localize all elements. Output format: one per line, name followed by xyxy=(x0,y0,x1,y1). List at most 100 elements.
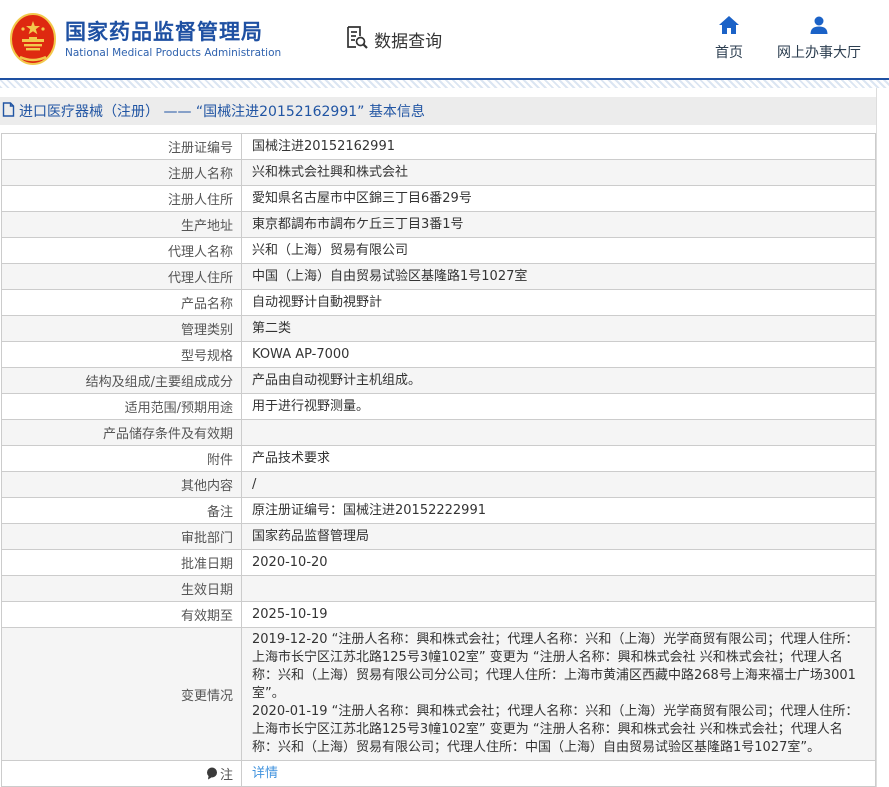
row-value-text: 中国（上海）自由贸易试验区基隆路1号1027室 xyxy=(252,268,527,286)
row-value-text: 第二类 xyxy=(252,320,291,338)
row-label-text: 适用范围/预期用途 xyxy=(125,397,233,416)
row-label: 代理人住所 xyxy=(2,264,242,289)
row-value: 2020-10-20 xyxy=(242,550,875,575)
row-value-text: 愛知県名古屋市中区錦三丁目6番29号 xyxy=(252,190,472,208)
row-value-text: 用于进行视野测量。 xyxy=(252,398,369,416)
row-value: 兴和（上海）贸易有限公司 xyxy=(242,238,875,263)
nav-home[interactable]: 首页 xyxy=(715,16,743,62)
row-label-text: 代理人住所 xyxy=(168,267,233,286)
nav-service-hall[interactable]: 网上办事大厅 xyxy=(777,16,861,62)
table-row: 结构及组成/主要组成成分 产品由自动视野计主机组成。 xyxy=(2,368,875,394)
row-label: 审批部门 xyxy=(2,524,242,549)
detail-link[interactable]: 详情 xyxy=(252,765,278,783)
row-value: 2025-10-19 xyxy=(242,602,875,627)
table-row: 代理人住所 中国（上海）自由贸易试验区基隆路1号1027室 xyxy=(2,264,875,290)
row-label-text: 型号规格 xyxy=(181,345,233,364)
row-value-text: 2025-10-19 xyxy=(252,606,328,624)
row-label-text: 注册人名称 xyxy=(168,163,233,182)
row-value-text: 東京都調布市調布ケ丘三丁目3番1号 xyxy=(252,216,464,234)
row-label: 注册人住所 xyxy=(2,186,242,211)
row-label-text: 生产地址 xyxy=(181,215,233,234)
row-label: 注册证编号 xyxy=(2,134,242,159)
doc-search-icon xyxy=(343,24,374,54)
row-value: / xyxy=(242,472,875,497)
note-icon xyxy=(206,767,218,780)
row-label-text: 其他内容 xyxy=(181,475,233,494)
row-value-text: 兴和（上海）贸易有限公司 xyxy=(252,242,408,260)
row-value-text: 产品由自动视野计主机组成。 xyxy=(252,372,421,390)
table-row: 附件产品技术要求 xyxy=(2,446,875,472)
table-row: 产品储存条件及有效期 xyxy=(2,420,875,446)
table-row: 型号规格 KOWA AP-7000 xyxy=(2,342,875,368)
table-row: 其他内容 / xyxy=(2,472,875,498)
breadcrumb-text: 进口医疗器械（注册） —— “国械注进20152162991” 基本信息 xyxy=(19,101,425,121)
document-icon xyxy=(2,102,19,121)
row-value-text: 兴和株式会社興和株式会社 xyxy=(252,164,408,182)
row-value: 国械注进20152162991 xyxy=(242,134,875,159)
row-value-text: / xyxy=(252,476,256,494)
nav-home-label: 首页 xyxy=(715,42,743,62)
table-row: 注册证编号 国械注进20152162991 xyxy=(2,134,875,160)
row-value-text: 国家药品监督管理局 xyxy=(252,528,369,546)
info-table: 注册证编号国械注进20152162991注册人名称兴和株式会社興和株式会社注册人… xyxy=(1,133,876,787)
table-row: 注 详情 xyxy=(2,761,875,787)
row-label: 其他内容 xyxy=(2,472,242,497)
row-label: 管理类别 xyxy=(2,316,242,341)
row-label: 适用范围/预期用途 xyxy=(2,394,242,419)
site-subtitle: National Medical Products Administration xyxy=(65,47,281,59)
row-value: 自动视野计自動視野計 xyxy=(242,290,875,315)
site-title: 国家药品监督管理局 xyxy=(65,20,281,44)
row-value-text: 国械注进20152162991 xyxy=(252,138,395,156)
row-value: 第二类 xyxy=(242,316,875,341)
row-label-text: 注 xyxy=(220,764,233,783)
row-label-text: 生效日期 xyxy=(181,579,233,598)
row-value: 产品由自动视野计主机组成。 xyxy=(242,368,875,393)
row-value-text: KOWA AP-7000 xyxy=(252,346,349,364)
table-row: 代理人名称 兴和（上海）贸易有限公司 xyxy=(2,238,875,264)
row-label-text: 结构及组成/主要组成成分 xyxy=(86,371,233,390)
hatched-band xyxy=(0,80,889,88)
row-label-text: 注册证编号 xyxy=(168,137,233,156)
data-query-nav[interactable]: 数据查询 xyxy=(343,24,442,54)
row-value: 详情 xyxy=(242,761,875,786)
site-title-block: 国家药品监督管理局 National Medical Products Admi… xyxy=(65,20,281,59)
row-value: 兴和株式会社興和株式会社 xyxy=(242,160,875,185)
table-row: 产品名称自动视野计自動視野計 xyxy=(2,290,875,316)
row-value: 用于进行视野测量。 xyxy=(242,394,875,419)
row-label-text: 管理类别 xyxy=(181,319,233,338)
row-value xyxy=(242,420,875,445)
row-label: 注 xyxy=(2,761,242,786)
page-header: 国家药品监督管理局 National Medical Products Admi… xyxy=(0,0,889,78)
row-label: 变更情况 xyxy=(2,628,242,760)
row-value: 東京都調布市調布ケ丘三丁目3番1号 xyxy=(242,212,875,237)
breadcrumb: 进口医疗器械（注册） —— “国械注进20152162991” 基本信息 xyxy=(0,97,876,125)
row-label: 生产地址 xyxy=(2,212,242,237)
table-row: 适用范围/预期用途 用于进行视野测量。 xyxy=(2,394,875,420)
row-label-text: 备注 xyxy=(207,501,233,520)
row-label: 产品储存条件及有效期 xyxy=(2,420,242,445)
row-label: 附件 xyxy=(2,446,242,471)
row-label-text: 代理人名称 xyxy=(168,241,233,260)
row-label-text: 审批部门 xyxy=(181,527,233,546)
row-label-text: 注册人住所 xyxy=(168,189,233,208)
row-label: 批准日期 xyxy=(2,550,242,575)
row-value-text: 产品技术要求 xyxy=(252,450,330,468)
row-label-text: 有效期至 xyxy=(181,605,233,624)
row-label-text: 产品储存条件及有效期 xyxy=(103,423,233,442)
nav-service-hall-label: 网上办事大厅 xyxy=(777,42,861,62)
row-value: 产品技术要求 xyxy=(242,446,875,471)
row-label: 代理人名称 xyxy=(2,238,242,263)
table-row: 审批部门 国家药品监督管理局 xyxy=(2,524,875,550)
row-value: 国家药品监督管理局 xyxy=(242,524,875,549)
table-row: 注册人名称 兴和株式会社興和株式会社 xyxy=(2,160,875,186)
row-value-text: 2020-10-20 xyxy=(252,554,328,572)
table-row: 注册人住所 愛知県名古屋市中区錦三丁目6番29号 xyxy=(2,186,875,212)
row-value: 中国（上海）自由贸易试验区基隆路1号1027室 xyxy=(242,264,875,289)
row-label: 结构及组成/主要组成成分 xyxy=(2,368,242,393)
table-row: 生效日期 xyxy=(2,576,875,602)
row-value: KOWA AP-7000 xyxy=(242,342,875,367)
row-label: 型号规格 xyxy=(2,342,242,367)
home-icon xyxy=(719,16,739,42)
row-label-text: 变更情况 xyxy=(181,685,233,704)
row-value: 原注册证编号：国械注进20152222991 xyxy=(242,498,875,523)
